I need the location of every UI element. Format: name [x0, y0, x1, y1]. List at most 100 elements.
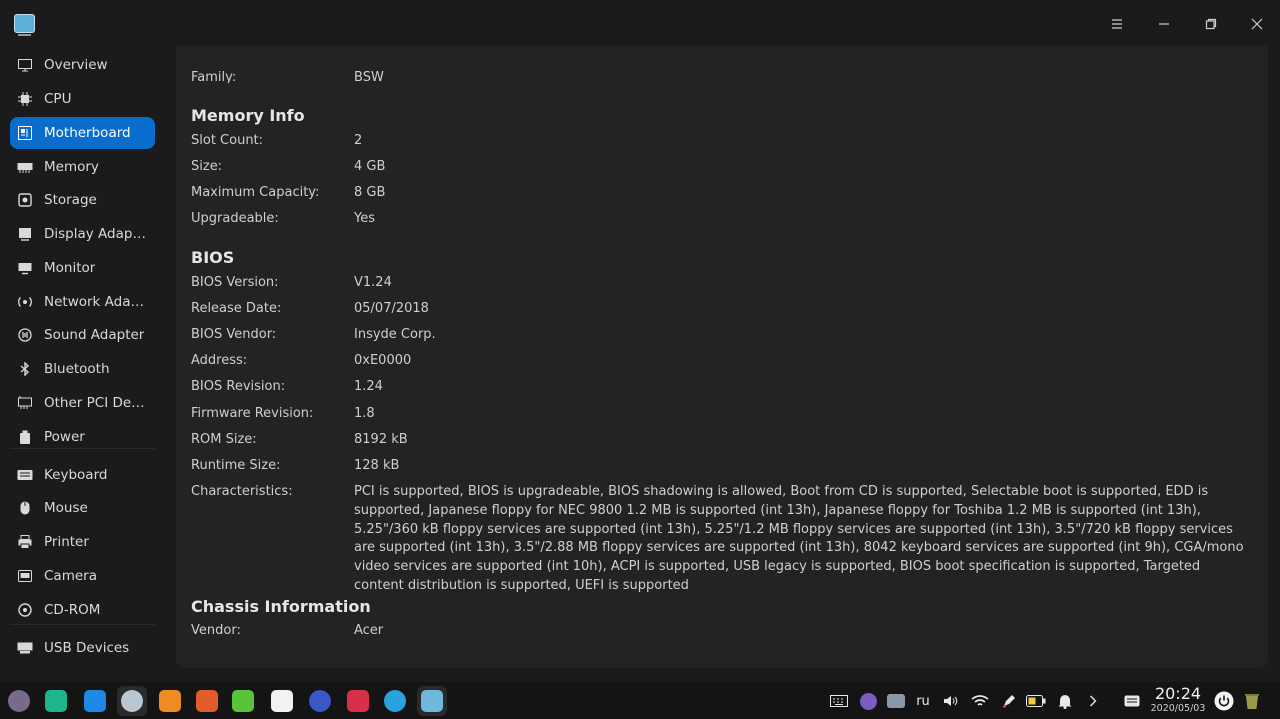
mouse-icon: [17, 500, 33, 516]
sidebar-item-monitor[interactable]: Monitor: [10, 252, 155, 284]
settings-icon[interactable]: [305, 686, 335, 716]
sidebar-item-label: Mouse: [44, 500, 88, 516]
wifi-icon[interactable]: [969, 691, 991, 711]
hamburger-menu-icon[interactable]: [1103, 10, 1131, 38]
characteristics-label: Characteristics:: [191, 484, 293, 499]
app-store-icon[interactable]: [80, 686, 110, 716]
viber-icon[interactable]: [857, 691, 879, 711]
music-icon[interactable]: [228, 686, 258, 716]
calendar-icon[interactable]: [267, 686, 297, 716]
sidebar-item-storage[interactable]: Storage: [10, 184, 155, 216]
sidebar-item-label: Camera: [44, 568, 97, 584]
battery-icon[interactable]: [1025, 691, 1047, 711]
clock-date[interactable]: 2020/05/03: [1150, 703, 1206, 714]
power-icon: [17, 429, 33, 445]
archive-manager-icon[interactable]: [155, 686, 185, 716]
sidebar-item-label: Motherboard: [44, 125, 131, 141]
monitor-icon: [17, 260, 33, 276]
close-icon[interactable]: [1243, 10, 1271, 38]
bios-row-value: Insyde Corp.: [354, 327, 436, 342]
power-button-icon[interactable]: [1212, 691, 1236, 711]
sidebar: Overview CPU Motherboard Memory Storage Displ…: [0, 46, 165, 682]
trash-icon[interactable]: [1240, 691, 1264, 711]
bios-row-label: BIOS Revision:: [191, 379, 286, 394]
chevron-right-icon[interactable]: [1082, 691, 1104, 711]
title-bar: [0, 0, 1280, 46]
sidebar-item-label: USB Devices: [44, 640, 130, 656]
taskbar: ru 20:24 2020/05/03: [0, 682, 1280, 719]
onscreen-keyboard-icon[interactable]: [1121, 691, 1143, 711]
clock-time[interactable]: 20:24: [1150, 684, 1206, 703]
sound-adapter-icon: [17, 327, 33, 343]
restore-icon[interactable]: [1197, 10, 1225, 38]
network-adapter-icon: [17, 294, 33, 310]
memory-icon: [17, 159, 33, 175]
telegram-icon[interactable]: [380, 686, 410, 716]
sidebar-item-keyboard[interactable]: Keyboard: [10, 459, 155, 491]
bios-row-label: Firmware Revision:: [191, 406, 314, 421]
cpu-icon: [17, 91, 33, 107]
multitasking-icon[interactable]: [41, 686, 71, 716]
sidebar-item-memory[interactable]: Memory: [10, 151, 155, 183]
sidebar-item-label: Monitor: [44, 260, 96, 276]
sidebar-item-overview[interactable]: Overview: [10, 49, 155, 81]
chassis-row-label: Vendor:: [191, 623, 241, 638]
language-indicator[interactable]: ru: [912, 691, 934, 711]
memory-row-value: 4 GB: [354, 159, 386, 174]
camera-icon: [17, 568, 33, 584]
sidebar-item-label: Printer: [44, 534, 89, 550]
launcher-icon[interactable]: [4, 686, 34, 716]
volume-icon[interactable]: [940, 691, 962, 711]
device-manager-icon[interactable]: [417, 686, 447, 716]
sidebar-item-label: Bluetooth: [44, 361, 110, 377]
sidebar-item-other-pci-devi[interactable]: Other PCI Devi...: [10, 387, 155, 419]
sidebar-item-label: CD-ROM: [44, 602, 101, 618]
characteristics-value: PCI is supported, BIOS is upgradeable, B…: [354, 484, 1244, 593]
sidebar-divider: [10, 448, 155, 449]
sidebar-item-cpu[interactable]: CPU: [10, 83, 155, 115]
sidebar-item-camera[interactable]: Camera: [10, 560, 155, 592]
sidebar-item-sound-adapter[interactable]: Sound Adapter: [10, 319, 155, 351]
bios-heading: BIOS: [191, 248, 235, 267]
image-viewer-icon[interactable]: [192, 686, 222, 716]
memory-info-heading: Memory Info: [191, 106, 305, 125]
browser-icon[interactable]: [117, 686, 147, 716]
sidebar-item-motherboard[interactable]: Motherboard: [10, 117, 155, 149]
terminal-icon[interactable]: [343, 686, 373, 716]
bluetooth-icon: [17, 361, 33, 377]
bios-row-value: 1.24: [354, 379, 383, 394]
sidebar-item-printer[interactable]: Printer: [10, 526, 155, 558]
keyboard-icon: [17, 467, 33, 483]
bios-row-label: Address:: [191, 353, 248, 368]
sidebar-item-bluetooth[interactable]: Bluetooth: [10, 353, 155, 385]
keyboard-layout-icon[interactable]: [828, 691, 850, 711]
chassis-row-value: Acer: [354, 623, 384, 638]
sidebar-item-display-adapter[interactable]: Display Adapter: [10, 218, 155, 250]
family-label: Family:: [191, 70, 237, 83]
sidebar-item-label: Keyboard: [44, 467, 108, 483]
bios-row-label: Release Date:: [191, 301, 282, 316]
memory-row-label: Upgradeable:: [191, 211, 279, 226]
sidebar-item-label: Display Adapter: [44, 226, 150, 242]
minimize-icon[interactable]: [1150, 10, 1178, 38]
sidebar-item-mouse[interactable]: Mouse: [10, 492, 155, 524]
bios-row-value: 0xE0000: [354, 353, 412, 368]
sidebar-item-usb-devices[interactable]: USB Devices: [10, 632, 155, 664]
bios-row-value: 05/07/2018: [354, 301, 429, 316]
disk-icon[interactable]: [885, 691, 907, 711]
display-adapter-icon: [17, 226, 33, 242]
sidebar-item-label: Network Adapt...: [44, 294, 150, 310]
sidebar-item-network-adapt[interactable]: Network Adapt...: [10, 286, 155, 318]
pen-icon[interactable]: [998, 691, 1020, 711]
sidebar-divider: [10, 624, 155, 625]
memory-row-value: 8 GB: [354, 185, 386, 200]
family-value: BSW: [354, 70, 384, 83]
bios-row-value: 1.8: [354, 406, 375, 421]
notification-bell-icon[interactable]: [1054, 691, 1076, 711]
sidebar-item-label: CPU: [44, 91, 72, 107]
bios-row-label: Runtime Size:: [191, 458, 281, 473]
usb-icon: [17, 640, 33, 656]
memory-row-label: Maximum Capacity:: [191, 185, 320, 200]
sidebar-overflow-item: [17, 674, 107, 682]
sidebar-item-cd-rom[interactable]: CD-ROM: [10, 594, 155, 626]
